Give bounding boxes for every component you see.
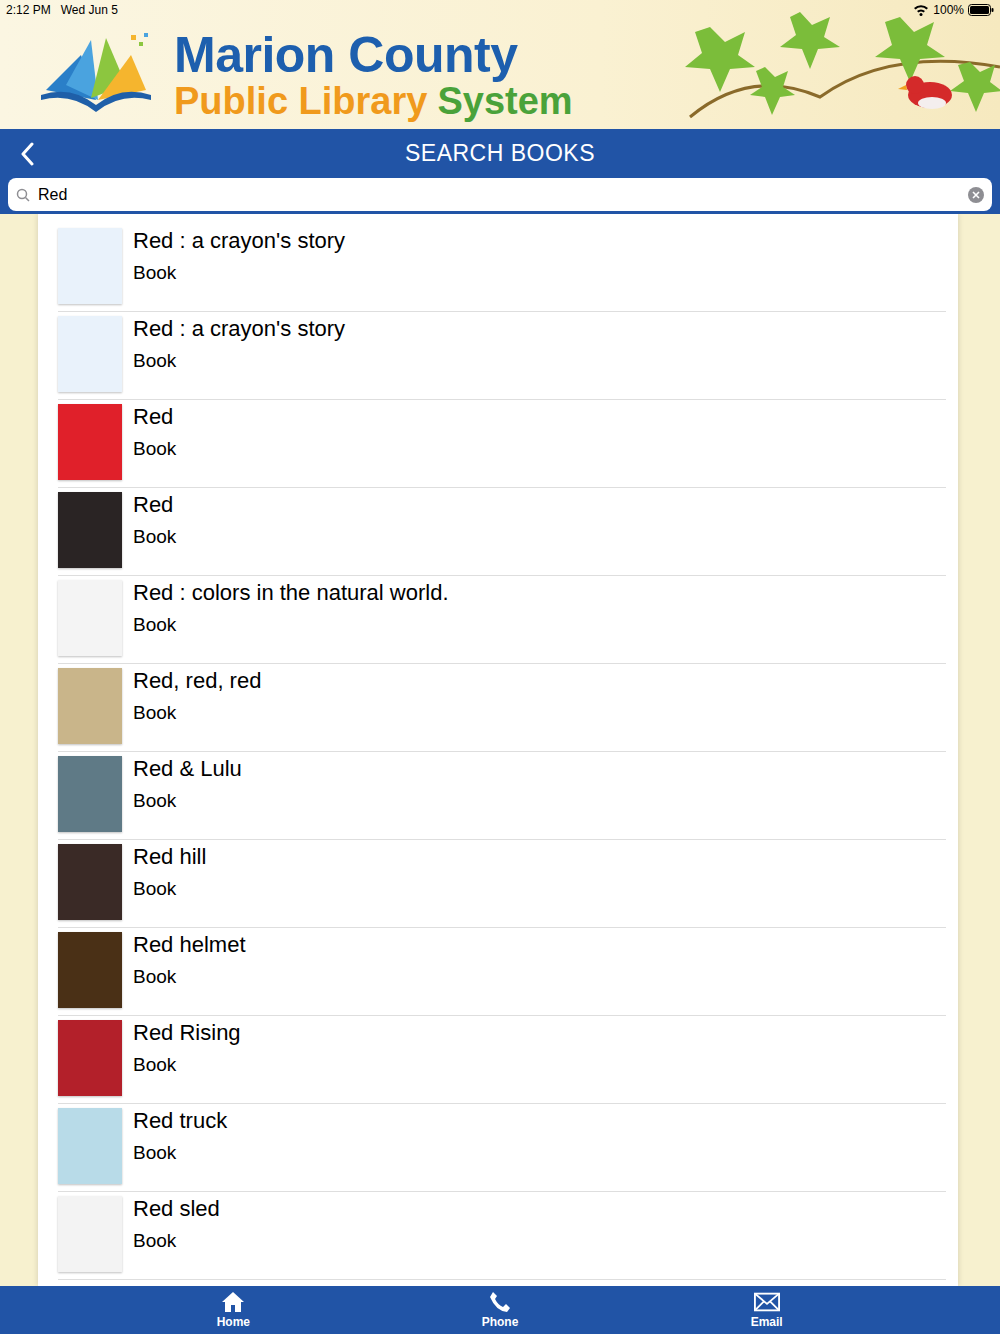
- book-cover: [58, 580, 122, 656]
- book-cover: [58, 228, 122, 304]
- result-row[interactable]: Red hill Book: [58, 840, 946, 928]
- tab-item[interactable]: Phone: [450, 1291, 550, 1329]
- app-screen: 2:12 PM Wed Jun 5 100% Marion CountyPublic …: [0, 0, 1000, 1334]
- book-title: Red sled: [133, 1196, 220, 1222]
- search-icon: [16, 188, 30, 202]
- book-title: Red : a crayon's story: [133, 228, 345, 254]
- book-type: Book: [133, 878, 206, 900]
- result-row[interactable]: Red : a crayon's story Book: [58, 312, 946, 400]
- library-subtitle: Public LibrarySystem: [174, 82, 573, 120]
- results-area: Red : a crayon's storyBookRed : a crayon…: [0, 214, 1000, 1286]
- book-title: Red: [133, 492, 176, 518]
- result-row[interactable]: Red Rising Book: [58, 1016, 946, 1104]
- library-banner: Marion CountyPublic LibrarySystem: [0, 20, 1000, 129]
- battery-icon: [968, 4, 994, 16]
- cardinal-bird: [898, 76, 952, 109]
- result-row[interactable]: Red sled Book: [58, 1192, 946, 1280]
- book-cover: [58, 1020, 122, 1096]
- result-row[interactable]: Red : colors in the natural world. Book: [58, 576, 946, 664]
- result-row[interactable]: Red Book: [58, 488, 946, 576]
- header: 2:12 PM Wed Jun 5 100% Marion CountyPublic …: [0, 0, 1000, 129]
- book-cover: [58, 756, 122, 832]
- nav-bar: SEARCH BOOKS: [0, 129, 1000, 178]
- book-type: Book: [133, 350, 345, 372]
- clear-icon[interactable]: [968, 187, 984, 203]
- book-title: Red : a crayon's story: [133, 316, 345, 342]
- search-field[interactable]: Red: [8, 178, 992, 211]
- book-type: Book: [133, 438, 176, 460]
- results-list: Red : a crayon's storyBookRed : a crayon…: [38, 214, 958, 1286]
- book-type: Book: [133, 1230, 220, 1252]
- book-cover: [58, 492, 122, 568]
- book-cover: [58, 1196, 122, 1272]
- tab-bar: Home Phone Email: [0, 1286, 1000, 1334]
- home-icon: [220, 1291, 246, 1313]
- book-type: Book: [133, 1142, 227, 1164]
- status-bar: 2:12 PM Wed Jun 5 100%: [0, 0, 1000, 20]
- book-type: Book: [133, 614, 449, 636]
- tab-label: Home: [217, 1315, 250, 1329]
- result-row[interactable]: Red & Lulu Book: [58, 752, 946, 840]
- open-book-logo-icon: [36, 30, 156, 120]
- tab-label: Email: [751, 1315, 783, 1329]
- maple-leaves-icon: [670, 0, 1000, 129]
- result-row[interactable]: Red : a crayon's story Book: [58, 224, 946, 312]
- book-title: Red & Lulu: [133, 756, 242, 782]
- battery-percent: 100%: [933, 3, 964, 17]
- result-row[interactable]: Red helmet Book: [58, 928, 946, 1016]
- book-cover: [58, 1108, 122, 1184]
- book-title: Red, red, red: [133, 668, 261, 694]
- book-type: Book: [133, 790, 242, 812]
- wifi-icon: [913, 4, 929, 16]
- search-bar: Red: [0, 178, 1000, 214]
- nav-title: SEARCH BOOKS: [405, 140, 595, 167]
- status-time: 2:12 PM: [6, 3, 51, 17]
- book-type: Book: [133, 262, 345, 284]
- tab-item[interactable]: Email: [717, 1291, 817, 1329]
- book-title: Red : colors in the natural world.: [133, 580, 449, 606]
- result-row[interactable]: Red, red, red Book: [58, 664, 946, 752]
- book-cover: [58, 932, 122, 1008]
- status-date: Wed Jun 5: [61, 3, 118, 17]
- book-cover: [58, 316, 122, 392]
- book-title: Red: [133, 404, 176, 430]
- email-icon: [754, 1291, 780, 1313]
- tab-item[interactable]: Home: [183, 1291, 283, 1329]
- back-chevron-icon[interactable]: [20, 142, 34, 166]
- result-row[interactable]: Red truck Book: [58, 1104, 946, 1192]
- tab-label: Phone: [482, 1315, 519, 1329]
- phone-icon: [487, 1291, 513, 1313]
- book-title: Red helmet: [133, 932, 246, 958]
- book-type: Book: [133, 966, 246, 988]
- result-row[interactable]: Red Book: [58, 400, 946, 488]
- book-title: Red hill: [133, 844, 206, 870]
- book-title: Red truck: [133, 1108, 227, 1134]
- book-cover: [58, 844, 122, 920]
- book-title: Red Rising: [133, 1020, 241, 1046]
- book-type: Book: [133, 526, 176, 548]
- book-cover: [58, 668, 122, 744]
- book-cover: [58, 404, 122, 480]
- library-title: Marion County: [174, 30, 573, 80]
- search-value[interactable]: Red: [38, 186, 968, 204]
- book-type: Book: [133, 1054, 241, 1076]
- library-name: Marion CountyPublic LibrarySystem: [174, 30, 573, 120]
- book-type: Book: [133, 702, 261, 724]
